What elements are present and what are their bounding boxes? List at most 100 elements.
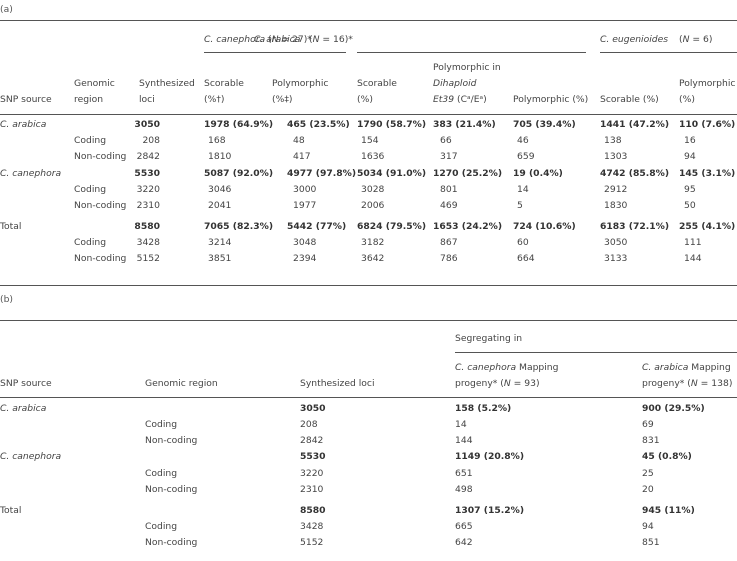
cell-ce-scorable: 1830 — [604, 200, 628, 211]
cell-snp-source: Total — [0, 505, 22, 516]
cell-synthesized-loci: 3220 — [300, 468, 324, 479]
col-header-ca-mapping-1: C. arabica Mapping — [642, 362, 731, 373]
cell-ce-polymorphic: 145 (3.1%) — [679, 168, 736, 179]
cell-cc-polymorphic: 2394 — [293, 253, 317, 264]
cell-snp-source: Total — [0, 221, 22, 232]
cell-ca-segregating: 94 — [642, 521, 654, 532]
cell-cc-segregating: 1149 (20.8%) — [455, 451, 525, 462]
group-arabica: C. arabica — [254, 34, 300, 45]
cell-ce-polymorphic: 95 — [684, 184, 696, 195]
panel-label-b: (b) — [0, 294, 14, 305]
cell-ca-segregating: 851 — [642, 537, 660, 548]
cell-cc-scorable: 3851 — [208, 253, 232, 264]
cell-ca-segregating: 69 — [642, 419, 654, 430]
cell-cc-polymorphic: 465 (23.5%) — [287, 119, 350, 130]
cell-ca-polymorphic: 664 — [517, 253, 535, 264]
cell-ce-polymorphic: 144 — [684, 253, 702, 264]
cell-genomic-region: Non-coding — [74, 253, 127, 264]
n-label: N — [690, 378, 698, 389]
cell-ca-scorable: 6824 (79.5%) — [357, 221, 427, 232]
cell-genomic-region: Coding — [145, 521, 178, 532]
cell-cc-segregating: 14 — [455, 419, 467, 430]
cell-genomic-region: Non-coding — [74, 200, 127, 211]
cell-ca-polymorphic: 19 (0.4%) — [513, 168, 563, 179]
cell-cc-polymorphic: 417 — [293, 151, 311, 162]
group-rule-eugenioides — [600, 52, 737, 53]
cell-synthesized-loci: 2310 — [300, 484, 324, 495]
cell-ca-dihaploid: 786 — [440, 253, 458, 264]
col-header-ca-poly: Polymorphic (%) — [513, 94, 589, 105]
group-rule-canephora — [204, 52, 346, 53]
cell-ca-dihaploid: 867 — [440, 237, 458, 248]
cell-synthesized-loci: 3050 — [134, 119, 160, 130]
top-rule-b — [0, 320, 737, 321]
cell-ca-dihaploid: 317 — [440, 151, 458, 162]
cell-synthesized-loci: 5152 — [300, 537, 324, 548]
cell-cc-scorable: 2041 — [208, 200, 232, 211]
cell-cc-polymorphic: 3048 — [293, 237, 317, 248]
cell-snp-source: C. arabica — [0, 403, 47, 414]
ce-label: (Cᵃ/Eᵃ) — [454, 94, 487, 105]
cell-cc-scorable: 3046 — [208, 184, 232, 195]
group-species: C. eugenioides — [600, 34, 669, 45]
segregating-header: Segregating in — [455, 333, 523, 344]
cell-ca-scorable: 3182 — [361, 237, 385, 248]
cell-synthesized-loci: 8580 — [134, 221, 160, 232]
cell-cc-polymorphic: 4977 (97.8%) — [287, 168, 357, 179]
cell-ce-scorable: 3050 — [604, 237, 628, 248]
cell-genomic-region: Coding — [145, 468, 178, 479]
cell-ce-polymorphic: 255 (4.1%) — [679, 221, 736, 232]
cell-synthesized-loci: 3050 — [300, 403, 326, 414]
cell-snp-source: C. arabica — [0, 119, 47, 130]
cell-ca-segregating: 25 — [642, 468, 654, 479]
group-arabica-n: (N = 16)* — [309, 34, 353, 45]
col-header-synth-b: Synthesized loci — [300, 378, 375, 389]
dihaploid-label: Dihaploid — [433, 78, 477, 89]
cell-cc-scorable: 3214 — [208, 237, 232, 248]
col-header-synth-1: Synthesized — [139, 78, 195, 89]
cell-ca-polymorphic: 5 — [517, 200, 523, 211]
cell-cc-polymorphic: 48 — [293, 135, 305, 146]
cell-ce-polymorphic: 110 (7.6%) — [679, 119, 736, 130]
progeny-label: progeny* ( — [455, 378, 504, 389]
cell-ca-scorable: 2006 — [361, 200, 385, 211]
cell-snp-source: C. canephora — [0, 168, 62, 179]
n-value: = 138) — [697, 378, 733, 389]
cell-synthesized-loci: 3220 — [136, 184, 160, 195]
panel-label-a: (a) — [0, 4, 13, 15]
col-header-genomic-b: Genomic region — [145, 378, 218, 389]
cell-cc-segregating: 158 (5.2%) — [455, 403, 512, 414]
cell-ca-polymorphic: 724 (10.6%) — [513, 221, 576, 232]
cell-ca-segregating: 945 (11%) — [642, 505, 695, 516]
cell-ca-dihaploid: 1653 (24.2%) — [433, 221, 503, 232]
cell-genomic-region: Non-coding — [74, 151, 127, 162]
cell-cc-segregating: 1307 (15.2%) — [455, 505, 525, 516]
cell-cc-segregating: 651 — [455, 468, 473, 479]
col-header-cc-mapping-1: C. canephora Mapping — [455, 362, 558, 373]
col-header-snp-source: SNP source — [0, 94, 52, 105]
cell-ca-polymorphic: 659 — [517, 151, 535, 162]
cell-synthesized-loci: 208 — [300, 419, 318, 430]
cell-cc-polymorphic: 1977 — [293, 200, 317, 211]
header-rule-a — [0, 114, 737, 115]
cell-ca-dihaploid: 469 — [440, 200, 458, 211]
col-header-cc-poly-1: Polymorphic — [272, 78, 329, 89]
col-header-ca-dihap-3: Et39 (Cᵃ/Eᵃ) — [433, 94, 487, 105]
cell-ca-dihaploid: 1270 (25.2%) — [433, 168, 503, 179]
col-header-ca-dihap-2: Dihaploid — [433, 78, 476, 89]
cell-cc-scorable: 1978 (64.9%) — [204, 119, 274, 130]
cell-cc-polymorphic: 3000 — [293, 184, 317, 195]
cell-synthesized-loci: 3428 — [300, 521, 324, 532]
cell-ca-scorable: 1790 (58.7%) — [357, 119, 427, 130]
cell-synthesized-loci: 2842 — [136, 151, 160, 162]
cell-synthesized-loci: 208 — [142, 135, 160, 146]
group-rule-arabica — [357, 52, 586, 53]
n-value: = 93) — [510, 378, 540, 389]
cell-ce-scorable: 1303 — [604, 151, 628, 162]
cell-cc-scorable: 5087 (92.0%) — [204, 168, 274, 179]
cell-cc-segregating: 665 — [455, 521, 473, 532]
cell-ca-segregating: 20 — [642, 484, 654, 495]
cell-ca-scorable: 1636 — [361, 151, 385, 162]
mapping-label: Mapping — [688, 362, 731, 373]
col-header-ce-poly-2: (%) — [679, 94, 695, 105]
